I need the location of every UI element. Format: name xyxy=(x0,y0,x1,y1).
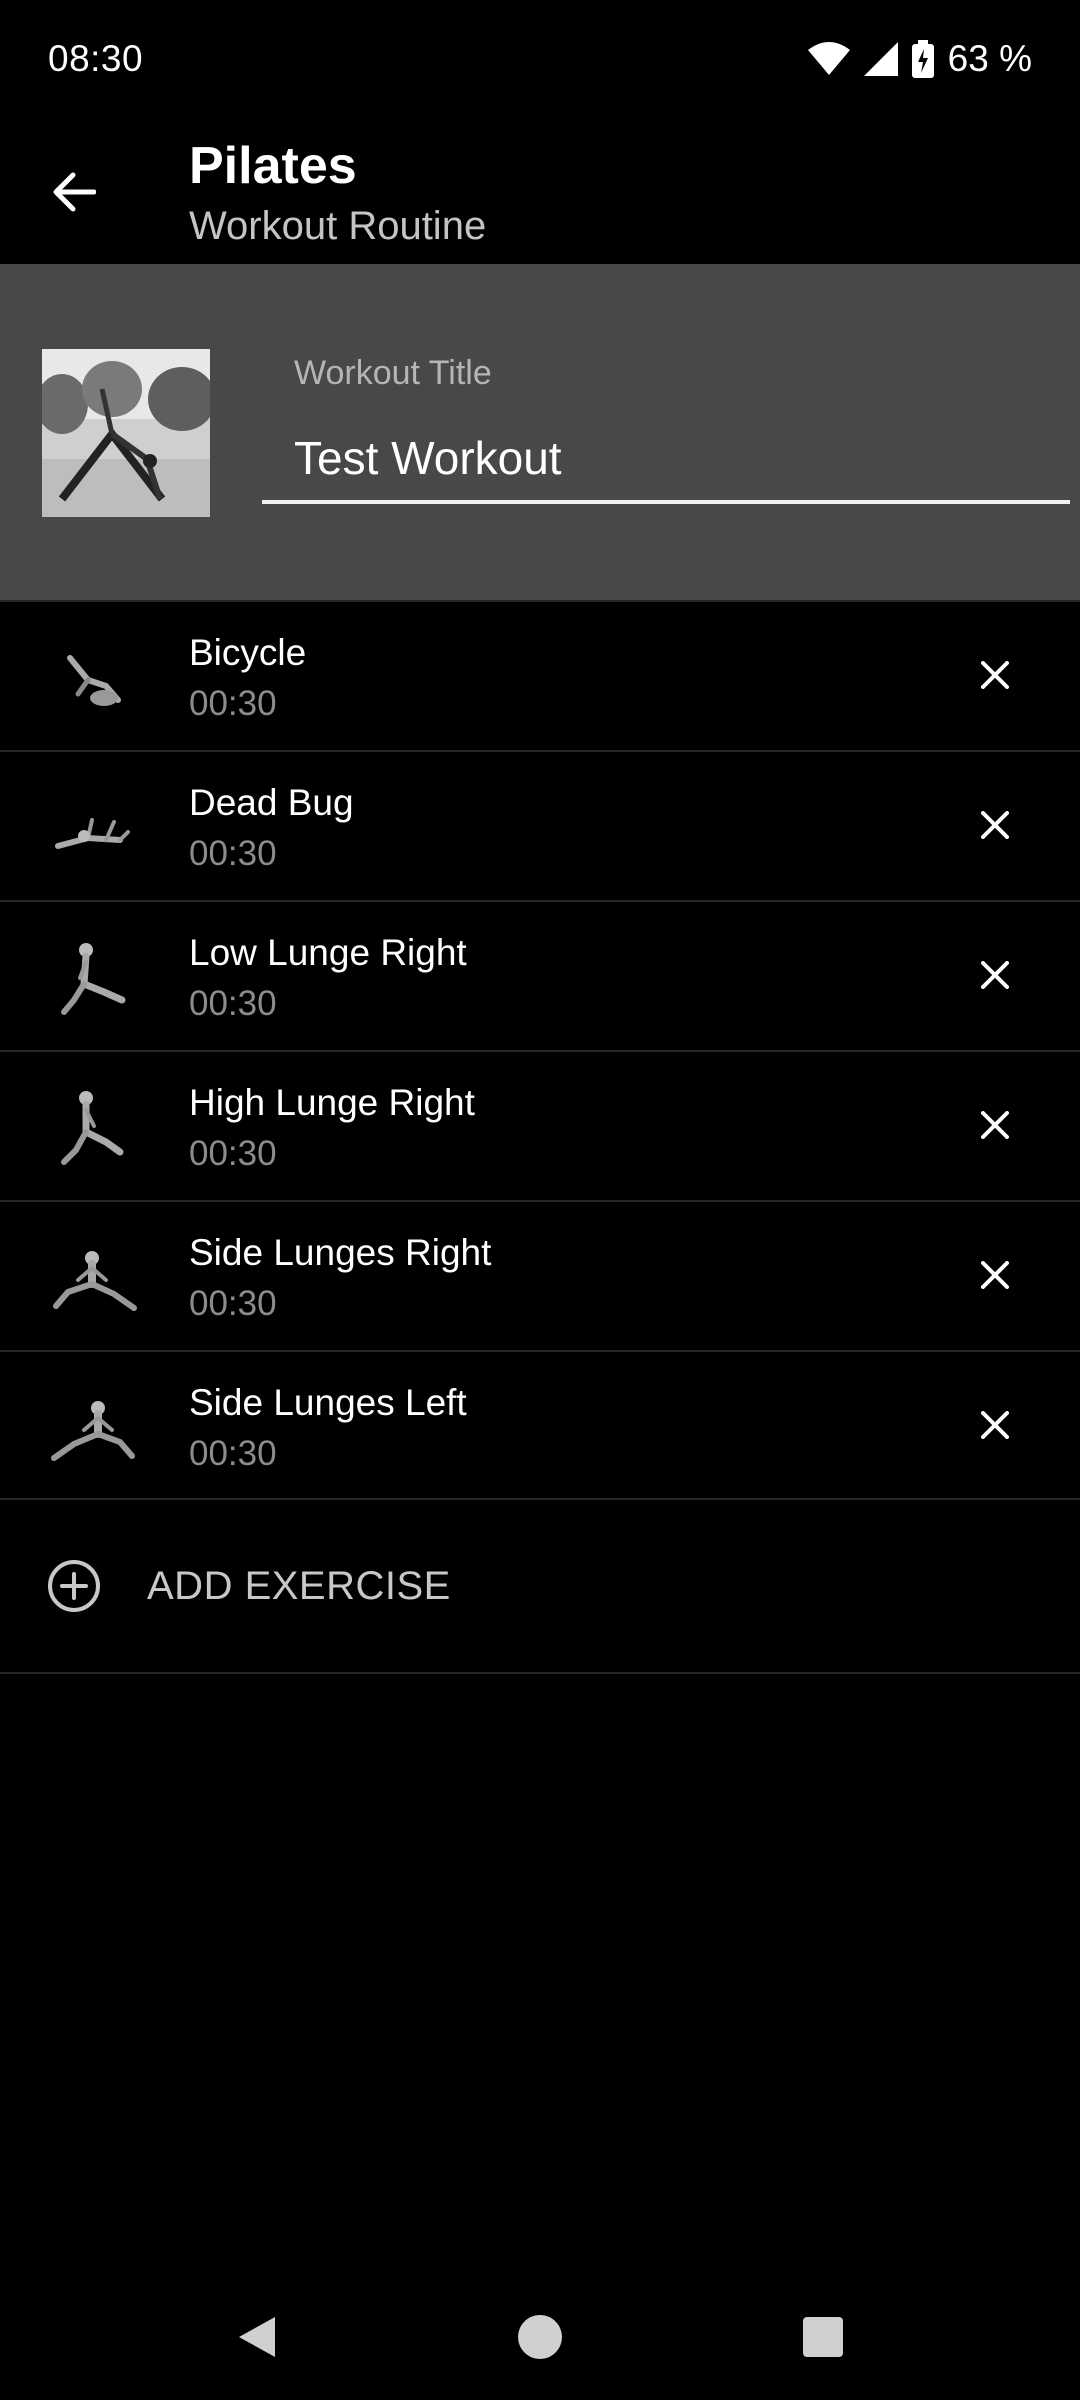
workout-header: Workout Title Test Workout xyxy=(0,264,1080,600)
nav-back-button[interactable] xyxy=(212,2294,302,2384)
exercise-duration: 00:30 xyxy=(189,1284,277,1323)
list-item[interactable]: High Lunge Right 00:30 xyxy=(0,1050,1080,1200)
exercise-name: Side Lunges Left xyxy=(189,1382,467,1423)
battery-charging-icon xyxy=(911,40,934,78)
exercise-duration: 00:30 xyxy=(189,1134,277,1173)
battery-percentage: 63 % xyxy=(947,38,1032,79)
remove-exercise-button[interactable] xyxy=(955,787,1035,867)
add-exercise-label: ADD EXERCISE xyxy=(147,1564,451,1608)
remove-exercise-button[interactable] xyxy=(955,637,1035,717)
nav-recents-button[interactable] xyxy=(778,2294,868,2384)
exercise-side-lunges-left-icon xyxy=(51,1401,135,1461)
exercise-high-lunge-icon xyxy=(61,1091,124,1165)
exercise-list: Bicycle 00:30 Dead Bug 00:30 Low Lunge R… xyxy=(0,600,1080,1500)
list-item[interactable]: Dead Bug 00:30 xyxy=(0,750,1080,900)
status-time: 08:30 xyxy=(48,38,144,79)
exercise-name: Bicycle xyxy=(189,632,307,673)
exercise-name: High Lunge Right xyxy=(189,1082,475,1123)
close-icon xyxy=(981,1410,1009,1444)
exercise-duration: 00:30 xyxy=(189,984,277,1023)
exercise-name: Dead Bug xyxy=(189,782,354,823)
exercise-name: Side Lunges Right xyxy=(189,1232,492,1273)
list-item[interactable]: Low Lunge Right 00:30 xyxy=(0,900,1080,1050)
exercise-duration: 00:30 xyxy=(189,834,277,873)
page-subtitle: Workout Routine xyxy=(189,204,487,248)
wifi-icon xyxy=(807,42,850,76)
remove-exercise-button[interactable] xyxy=(955,937,1035,1017)
close-icon xyxy=(981,1260,1009,1294)
exercise-bicycle-icon xyxy=(67,655,121,706)
remove-exercise-button[interactable] xyxy=(955,1087,1035,1167)
exercise-name: Low Lunge Right xyxy=(189,932,467,973)
close-icon xyxy=(981,810,1009,844)
workout-thumbnail[interactable] xyxy=(42,349,210,517)
close-icon xyxy=(981,1110,1009,1144)
remove-exercise-button[interactable] xyxy=(955,1237,1035,1317)
list-item[interactable]: Side Lunges Right 00:30 xyxy=(0,1200,1080,1350)
exercise-duration: 00:30 xyxy=(189,1434,277,1473)
nav-home-icon xyxy=(516,2313,564,2366)
arrow-left-icon xyxy=(52,172,97,217)
remove-exercise-button[interactable] xyxy=(955,1387,1035,1467)
page-title: Pilates xyxy=(189,137,357,195)
exercise-dead-bug-icon xyxy=(55,818,130,849)
system-nav-bar xyxy=(0,2274,1080,2400)
nav-home-button[interactable] xyxy=(495,2294,585,2384)
toolbar: Pilates Workout Routine xyxy=(0,118,1080,264)
status-icons: 63 % xyxy=(807,38,1032,80)
exercise-duration: 00:30 xyxy=(189,684,277,723)
signal-icon xyxy=(863,42,898,76)
close-icon xyxy=(981,660,1009,694)
exercise-side-lunges-right-icon xyxy=(53,1251,137,1311)
nav-back-icon xyxy=(235,2313,279,2366)
workout-title-label: Workout Title xyxy=(294,354,492,392)
back-button[interactable] xyxy=(30,150,118,238)
add-exercise-button[interactable]: ADD EXERCISE xyxy=(0,1502,1080,1674)
list-item[interactable]: Side Lunges Left 00:30 xyxy=(0,1350,1080,1500)
add-circle-icon xyxy=(46,1558,102,1614)
workout-title-input[interactable]: Test Workout xyxy=(262,416,1070,504)
exercise-low-lunge-icon xyxy=(61,943,126,1015)
nav-recents-icon xyxy=(802,2316,844,2363)
status-bar: 08:30 63 % xyxy=(0,0,1080,118)
list-item[interactable]: Bicycle 00:30 xyxy=(0,600,1080,750)
close-icon xyxy=(981,960,1009,994)
